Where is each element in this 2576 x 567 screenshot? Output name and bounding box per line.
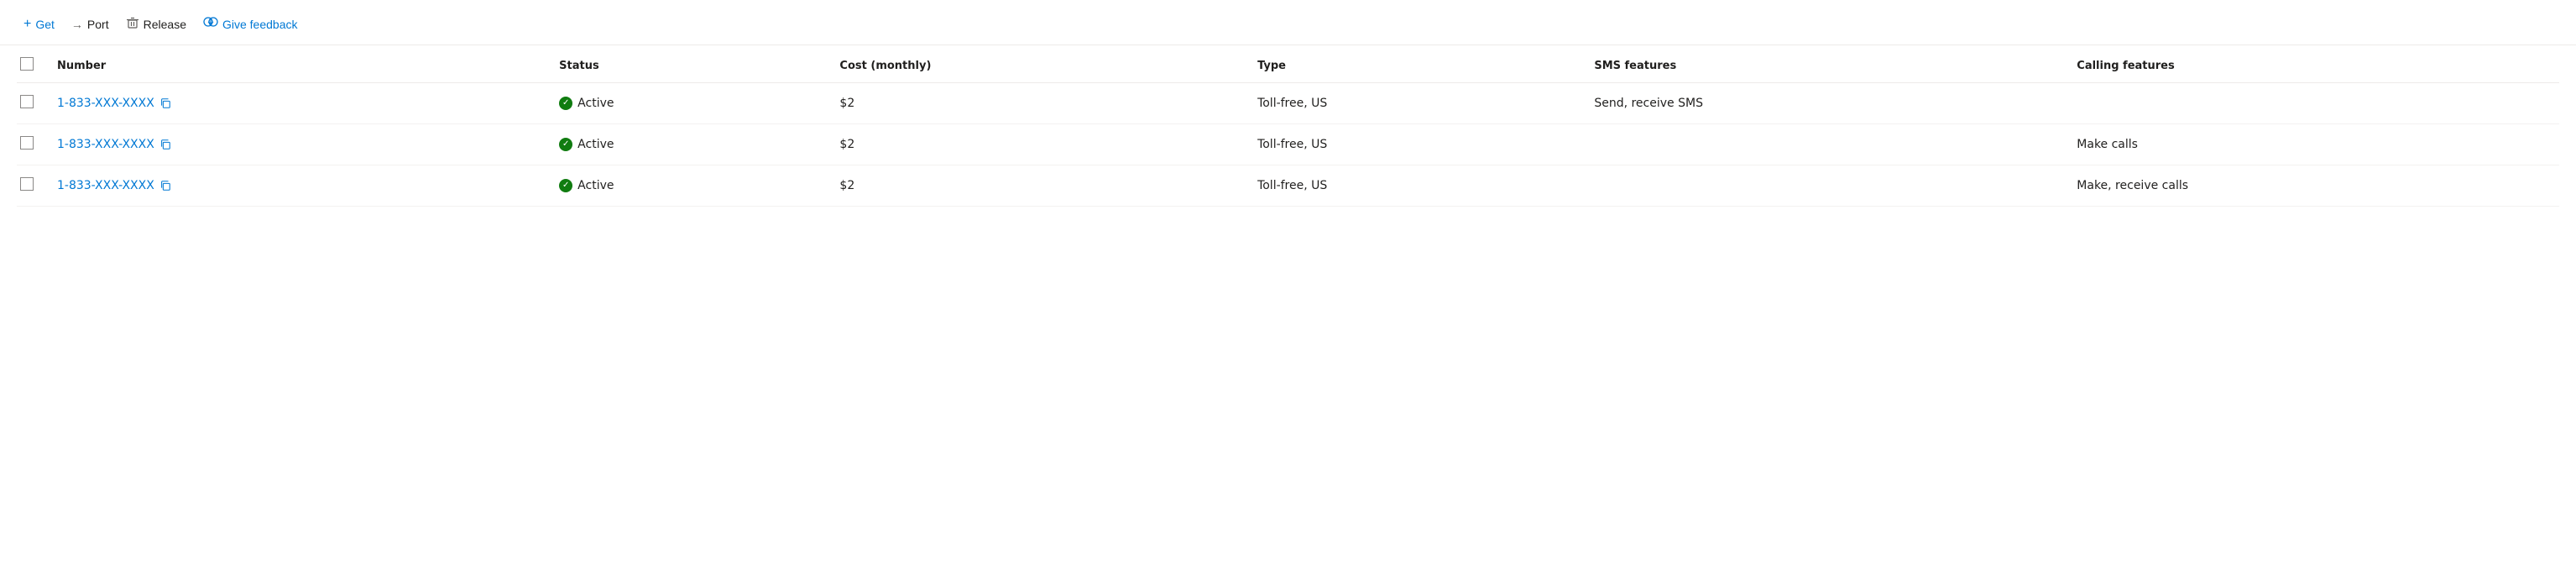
header-status: Status xyxy=(549,45,829,83)
row-sms-features-cell xyxy=(1584,165,2067,207)
header-checkbox-cell xyxy=(17,45,47,83)
table-row: 1-833-XXX-XXXX Active $2Toll-free, US Make… xyxy=(17,124,2559,165)
status-label: Active xyxy=(577,138,614,151)
release-button[interactable]: Release xyxy=(119,12,193,36)
row-number-cell: 1-833-XXX-XXXX xyxy=(47,124,549,165)
row-status-cell: Active xyxy=(549,165,829,207)
row-sms-features-cell: Send, receive SMS xyxy=(1584,83,2067,124)
row-checkbox-cell xyxy=(17,124,47,165)
number-link[interactable]: 1-833-XXX-XXXX xyxy=(57,138,154,151)
row-checkbox-cell xyxy=(17,165,47,207)
row-number-cell: 1-833-XXX-XXXX xyxy=(47,83,549,124)
header-number: Number xyxy=(47,45,549,83)
port-button[interactable]: → Port xyxy=(65,13,116,35)
row-cost-cell: $2 xyxy=(829,124,1247,165)
header-cost: Cost (monthly) xyxy=(829,45,1247,83)
phone-numbers-table-container: Number Status Cost (monthly) Type SMS fe… xyxy=(0,45,2576,207)
row-number-cell: 1-833-XXX-XXXX xyxy=(47,165,549,207)
row-checkbox[interactable] xyxy=(20,136,34,150)
copy-icon[interactable] xyxy=(159,180,171,192)
port-button-label: Port xyxy=(87,18,109,31)
row-status-cell: Active xyxy=(549,83,829,124)
feedback-button[interactable]: Give feedback xyxy=(196,12,305,36)
toolbar: + Get → Port Release Give feed xyxy=(0,0,2576,45)
release-button-label: Release xyxy=(144,18,186,31)
feedback-button-label: Give feedback xyxy=(222,18,298,31)
row-cost-cell: $2 xyxy=(829,165,1247,207)
row-calling-features-cell xyxy=(2067,83,2559,124)
status-label: Active xyxy=(577,97,614,110)
arrow-icon: → xyxy=(71,18,83,31)
number-link[interactable]: 1-833-XXX-XXXX xyxy=(57,97,154,110)
row-checkbox[interactable] xyxy=(20,177,34,191)
row-calling-features-cell: Make calls xyxy=(2067,124,2559,165)
row-checkbox[interactable] xyxy=(20,95,34,108)
row-sms-features-cell xyxy=(1584,124,2067,165)
row-calling-features-cell: Make, receive calls xyxy=(2067,165,2559,207)
trash-icon xyxy=(126,16,139,32)
header-sms-features: SMS features xyxy=(1584,45,2067,83)
table-row: 1-833-XXX-XXXX Active $2Toll-free, US Make… xyxy=(17,165,2559,207)
active-status-icon xyxy=(559,138,572,151)
table-header-row: Number Status Cost (monthly) Type SMS fe… xyxy=(17,45,2559,83)
row-cost-cell: $2 xyxy=(829,83,1247,124)
copy-icon[interactable] xyxy=(159,97,171,109)
feedback-icon xyxy=(203,16,218,32)
active-status-icon xyxy=(559,97,572,110)
plus-icon: + xyxy=(24,17,31,32)
table-row: 1-833-XXX-XXXX Active $2Toll-free, USSend… xyxy=(17,83,2559,124)
row-status-cell: Active xyxy=(549,124,829,165)
row-type-cell: Toll-free, US xyxy=(1247,124,1584,165)
status-label: Active xyxy=(577,179,614,192)
row-type-cell: Toll-free, US xyxy=(1247,165,1584,207)
row-checkbox-cell xyxy=(17,83,47,124)
copy-icon[interactable] xyxy=(159,139,171,150)
get-button[interactable]: + Get xyxy=(17,13,61,36)
active-status-icon xyxy=(559,179,572,192)
header-checkbox[interactable] xyxy=(20,57,34,71)
phone-numbers-table: Number Status Cost (monthly) Type SMS fe… xyxy=(17,45,2559,207)
number-link[interactable]: 1-833-XXX-XXXX xyxy=(57,179,154,192)
row-type-cell: Toll-free, US xyxy=(1247,83,1584,124)
header-type: Type xyxy=(1247,45,1584,83)
get-button-label: Get xyxy=(35,18,55,31)
header-calling-features: Calling features xyxy=(2067,45,2559,83)
